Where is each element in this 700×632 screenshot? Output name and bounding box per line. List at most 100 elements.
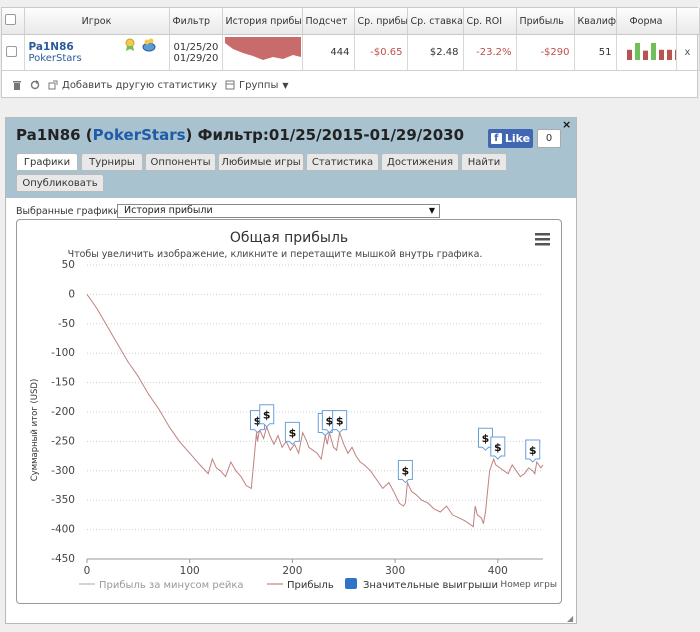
- legend-bigwins-label[interactable]: Значительные выигрыши: [363, 580, 498, 591]
- player-panel-header: Pa1N86 (PokerStars) Фильтр:01/25/2015-01…: [6, 118, 576, 198]
- profit-series-line[interactable]: [86, 294, 544, 528]
- avg-stake-cell: $2.48: [407, 34, 464, 71]
- form-bar: [658, 49, 664, 60]
- form-bars: [626, 43, 675, 60]
- y-tick-label: -150: [51, 377, 75, 389]
- big-win-marker[interactable]: $: [525, 439, 541, 463]
- avg-profit-cell: -$0.65: [354, 34, 408, 71]
- resize-handle-icon[interactable]: ◢: [567, 614, 573, 623]
- form-bar: [650, 43, 656, 60]
- legend-rake-label[interactable]: Прибыль за минусом рейка: [99, 580, 244, 591]
- select-all-header[interactable]: [2, 8, 25, 35]
- tab-find[interactable]: Найти: [461, 153, 507, 171]
- chart-select[interactable]: История прибыли ▼: [117, 204, 440, 218]
- big-win-marker[interactable]: $: [397, 460, 413, 484]
- close-icon[interactable]: ×: [562, 118, 571, 131]
- y-tick-label: -450: [51, 553, 75, 565]
- x-tick-label: 100: [180, 565, 200, 577]
- remove-row-button[interactable]: x: [676, 34, 700, 71]
- x-tick-label: 0: [84, 565, 91, 577]
- row-checkbox[interactable]: [6, 45, 17, 57]
- fb-like-count: 0: [537, 129, 561, 148]
- form-bar: [666, 49, 672, 60]
- external-link-icon: [48, 80, 58, 90]
- refresh-icon[interactable]: [30, 80, 40, 90]
- filter-start: 01/25/20: [173, 41, 219, 53]
- tab-achievements[interactable]: Достижения: [381, 153, 459, 171]
- profit-cell: -$290: [516, 34, 575, 71]
- panel-filter-text: Фильтр:01/25/2015-01/29/2030: [197, 126, 465, 144]
- tab-tournaments[interactable]: Турниры: [81, 153, 143, 171]
- chevron-down-icon: ▼: [282, 80, 289, 90]
- hamburger-menu-icon[interactable]: [535, 233, 550, 246]
- header-history[interactable]: История прибы: [222, 8, 303, 35]
- trash-icon[interactable]: [12, 80, 22, 90]
- tab-favorite-games[interactable]: Любимые игры: [218, 153, 304, 171]
- history-sparkline[interactable]: [223, 35, 303, 67]
- panel-site-link[interactable]: PokerStars: [93, 126, 186, 144]
- count-cell: 444: [302, 34, 355, 71]
- groups-dropdown[interactable]: Группы ▼: [225, 80, 289, 91]
- stats-header-row: Игрок Фильтр История прибы Подсчет Ср. п…: [2, 8, 700, 35]
- big-win-markers: $$$$$$$$$$: [249, 404, 541, 484]
- big-win-marker[interactable]: $: [259, 404, 275, 428]
- chart-subtitle: Чтобы увеличить изображение, кликните и …: [68, 249, 483, 260]
- profit-chart[interactable]: Общая прибыль Чтобы увеличить изображени…: [17, 220, 561, 603]
- x-tick-label: 200: [282, 565, 302, 577]
- header-count[interactable]: Подсчет: [302, 8, 355, 35]
- chart-select-value: История прибыли: [124, 205, 213, 216]
- x-tick-label: 400: [488, 565, 508, 577]
- chart-legend: Прибыль за минусом рейка Прибыль Значите…: [79, 578, 498, 591]
- x-tick-label: 300: [385, 565, 405, 577]
- groups-icon: [225, 80, 235, 90]
- chevron-down-icon: ▼: [428, 206, 435, 215]
- award-icon: [125, 38, 134, 51]
- big-win-marker[interactable]: $: [332, 410, 348, 434]
- table-row[interactable]: Pa1N86 PokerStars 01/25/20 01/29/20 444 …: [2, 34, 700, 71]
- form-bar: [642, 50, 648, 60]
- panel-title: Pa1N86 (PokerStars) Фильтр:01/25/2015-01…: [16, 126, 465, 144]
- tab-opponents[interactable]: Оппоненты: [145, 153, 216, 171]
- add-stat-button[interactable]: Добавить другую статистику: [48, 80, 217, 91]
- pot-icon: [142, 38, 155, 52]
- fb-like-button[interactable]: f Like: [488, 129, 533, 148]
- y-tick-label: 0: [68, 288, 75, 300]
- select-all-checkbox[interactable]: [5, 14, 16, 25]
- groups-label: Группы: [239, 79, 279, 91]
- legend-profit-label[interactable]: Прибыль: [287, 580, 334, 591]
- tab-statistics[interactable]: Статистика: [306, 153, 379, 171]
- y-tick-label: -50: [58, 318, 75, 330]
- panel-player-name: Pa1N86: [16, 126, 81, 144]
- tab-publish[interactable]: Опубликовать: [16, 174, 104, 192]
- header-qualification[interactable]: Квалиф: [574, 8, 617, 35]
- row-checkbox-cell[interactable]: [2, 34, 25, 71]
- big-win-marker-symbol: $: [336, 415, 344, 428]
- history-cell[interactable]: [222, 34, 303, 71]
- player-panel: Pa1N86 (PokerStars) Фильтр:01/25/2015-01…: [5, 117, 577, 624]
- stats-toolbar: Добавить другую статистику Группы ▼: [2, 71, 697, 99]
- form-bar: [626, 49, 632, 60]
- site-name-link[interactable]: PokerStars: [29, 53, 165, 64]
- y-tick-label: -350: [51, 494, 75, 506]
- header-avg-stake[interactable]: Ср. ставка: [407, 8, 464, 35]
- add-stat-label: Добавить другую статистику: [62, 79, 218, 91]
- tab-charts[interactable]: Графики: [16, 153, 78, 171]
- header-avg-roi[interactable]: Ср. ROI: [463, 8, 517, 35]
- player-cell[interactable]: Pa1N86 PokerStars: [24, 34, 170, 71]
- big-win-marker[interactable]: $: [284, 421, 300, 446]
- y-axis-ticks: 50 0 -50 -100 -150 -200 -250 -300 -350 -400 -450: [51, 259, 75, 565]
- big-win-marker-symbol: $: [529, 444, 537, 457]
- header-avg-profit[interactable]: Ср. прибы: [354, 8, 408, 35]
- filter-end: 01/29/20: [173, 52, 219, 64]
- x-axis-label: Номер игры: [500, 580, 557, 590]
- header-form[interactable]: Форма: [616, 8, 677, 35]
- stats-panel: Игрок Фильтр История прибы Подсчет Ср. п…: [1, 7, 700, 99]
- chart-container[interactable]: Общая прибыль Чтобы увеличить изображени…: [16, 219, 562, 604]
- big-win-marker-symbol: $: [402, 465, 410, 478]
- big-win-marker[interactable]: $: [490, 436, 506, 460]
- header-player[interactable]: Игрок: [24, 8, 170, 35]
- header-profit[interactable]: Прибыль: [516, 8, 575, 35]
- filter-cell: 01/25/20 01/29/20: [169, 34, 223, 71]
- header-filter[interactable]: Фильтр: [169, 8, 223, 35]
- y-axis-label: Суммарный итог (USD): [30, 379, 40, 482]
